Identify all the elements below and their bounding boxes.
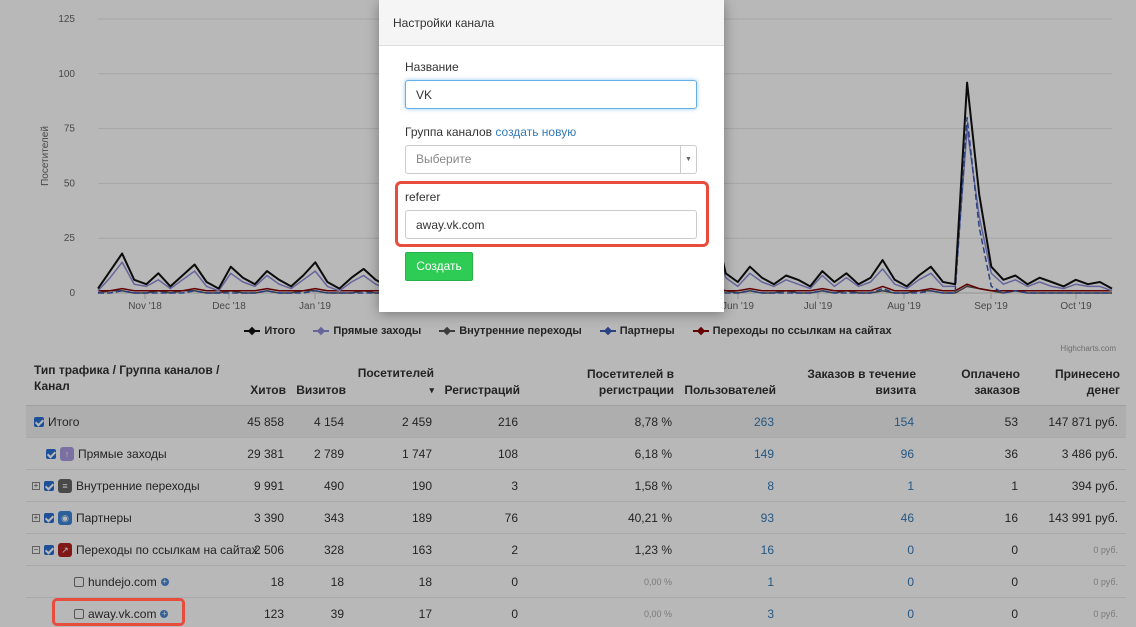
channel-settings-modal: Настройки канала Название Группа каналов… <box>379 0 724 312</box>
group-label-row: Группа каналов создать новую <box>405 125 698 139</box>
dropdown-caret-icon: ▼ <box>680 146 696 173</box>
modal-title: Настройки канала <box>379 0 724 46</box>
group-label: Группа каналов <box>405 125 493 139</box>
highlight-referer <box>395 181 709 247</box>
select-value: Выберите <box>416 152 472 166</box>
channel-group-select[interactable]: Выберите ▼ <box>405 145 697 174</box>
create-button[interactable]: Создать <box>405 252 473 281</box>
name-label: Название <box>405 60 459 74</box>
create-group-link[interactable]: создать новую <box>495 125 576 139</box>
channel-name-input[interactable] <box>405 80 697 109</box>
